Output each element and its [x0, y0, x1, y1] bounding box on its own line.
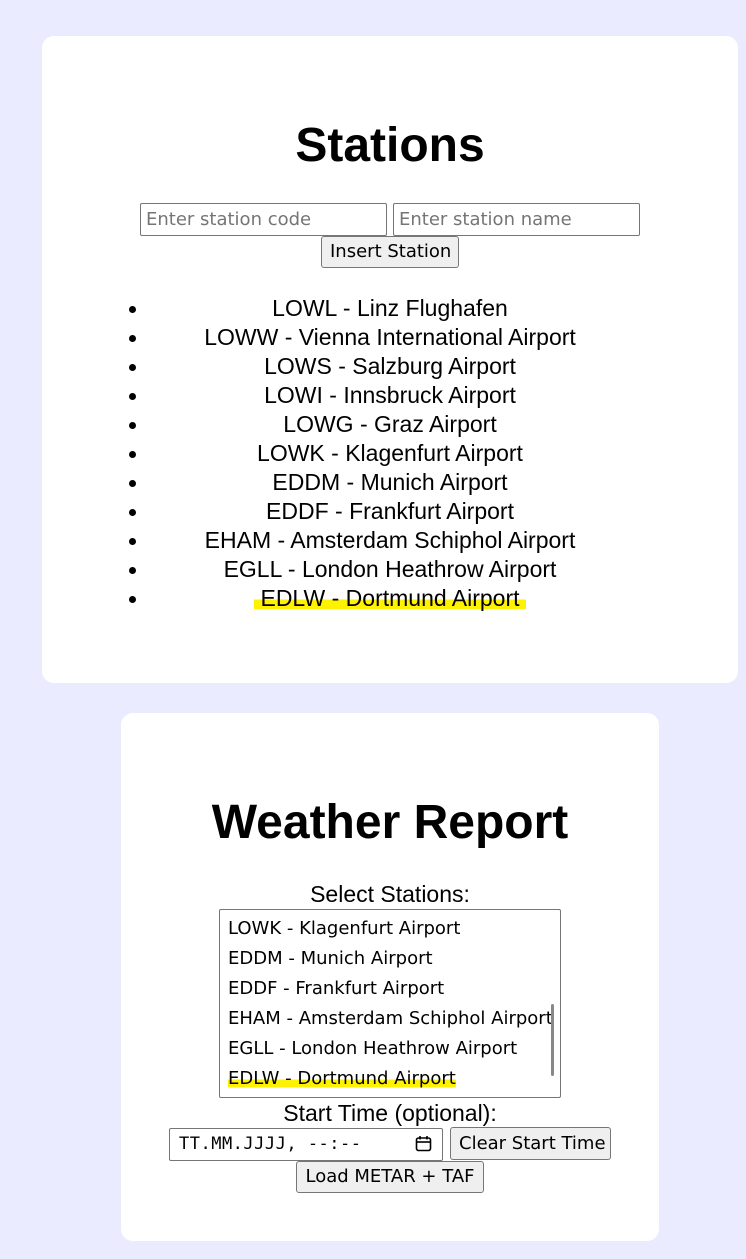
weather-report-title: Weather Report — [211, 796, 569, 849]
station-multiselect[interactable]: LOWK - Klagenfurt Airport EDDM - Munich … — [219, 909, 561, 1098]
bullet-icon — [129, 596, 136, 603]
bullet-icon — [129, 567, 136, 574]
clear-start-time-button[interactable]: Clear Start Time — [450, 1127, 611, 1160]
list-item: EDLW - Dortmund Airport — [42, 584, 738, 613]
bullet-icon — [129, 538, 136, 545]
bullet-icon — [129, 335, 136, 342]
list-item: EDDF - Frankfurt Airport — [42, 497, 738, 526]
list-item: LOWG - Graz Airport — [42, 410, 738, 439]
bullet-icon — [129, 480, 136, 487]
list-item: LOWS - Salzburg Airport — [42, 352, 738, 381]
list-item: LOWI - Innsbruck Airport — [42, 381, 738, 410]
station-label: EDDM - Munich Airport — [272, 469, 508, 495]
station-label: LOWK - Klagenfurt Airport — [257, 440, 523, 466]
select-option[interactable]: LOWK - Klagenfurt Airport — [228, 914, 460, 944]
bullet-icon — [129, 306, 136, 313]
station-label: LOWI - Innsbruck Airport — [264, 382, 516, 408]
select-option[interactable]: EDLW - Dortmund Airport — [228, 1064, 456, 1094]
load-metar-taf-button[interactable]: Load METAR + TAF — [296, 1161, 484, 1193]
list-item: EGLL - London Heathrow Airport — [42, 555, 738, 584]
start-time-input[interactable]: TT.MM.JJJJ, --:-- — [169, 1128, 443, 1161]
station-label: LOWW - Vienna International Airport — [204, 324, 576, 350]
bullet-icon — [129, 451, 136, 458]
calendar-icon[interactable] — [415, 1135, 432, 1152]
select-option[interactable]: EDDM - Munich Airport — [228, 944, 433, 974]
stations-title: Stations — [295, 119, 485, 172]
station-label: EGLL - London Heathrow Airport — [223, 556, 557, 582]
select-option-highlighted: EDLW - Dortmund Airport — [228, 1068, 456, 1089]
select-scrollbar[interactable] — [551, 1004, 554, 1076]
list-item: LOWL - Linz Flughafen — [42, 294, 738, 323]
weather-report-card: Weather Report Select Stations: LOWK - K… — [121, 713, 659, 1241]
bullet-icon — [129, 509, 136, 516]
bullet-icon — [129, 422, 136, 429]
station-code-input[interactable] — [140, 203, 387, 236]
list-item: LOWK - Klagenfurt Airport — [42, 439, 738, 468]
station-label-highlighted: EDLW - Dortmund Airport — [254, 585, 526, 611]
insert-station-button[interactable]: Insert Station — [321, 236, 459, 268]
station-label: EDDF - Frankfurt Airport — [266, 498, 514, 524]
start-time-placeholder: TT.MM.JJJJ, --:-- — [179, 1134, 362, 1154]
select-option[interactable]: EHAM - Amsterdam Schiphol Airport — [228, 1004, 553, 1034]
station-label: LOWS - Salzburg Airport — [264, 353, 516, 379]
stations-card: Stations Insert Station LOWL - Linz Flug… — [42, 36, 738, 683]
list-item: EHAM - Amsterdam Schiphol Airport — [42, 526, 738, 555]
station-label: LOWG - Graz Airport — [283, 411, 497, 437]
select-option[interactable]: EDDF - Frankfurt Airport — [228, 974, 444, 1004]
station-label: EHAM - Amsterdam Schiphol Airport — [204, 527, 576, 553]
bullet-icon — [129, 364, 136, 371]
select-stations-label: Select Stations: — [310, 881, 470, 907]
list-item: EDDM - Munich Airport — [42, 468, 738, 497]
select-option[interactable]: EGLL - London Heathrow Airport — [228, 1034, 517, 1064]
station-list: LOWL - Linz Flughafen LOWW - Vienna Inte… — [42, 294, 738, 613]
list-item: LOWW - Vienna International Airport — [42, 323, 738, 352]
bullet-icon — [129, 393, 136, 400]
station-label: LOWL - Linz Flughafen — [272, 295, 508, 321]
start-time-label: Start Time (optional): — [283, 1100, 497, 1126]
station-name-input[interactable] — [393, 203, 640, 236]
